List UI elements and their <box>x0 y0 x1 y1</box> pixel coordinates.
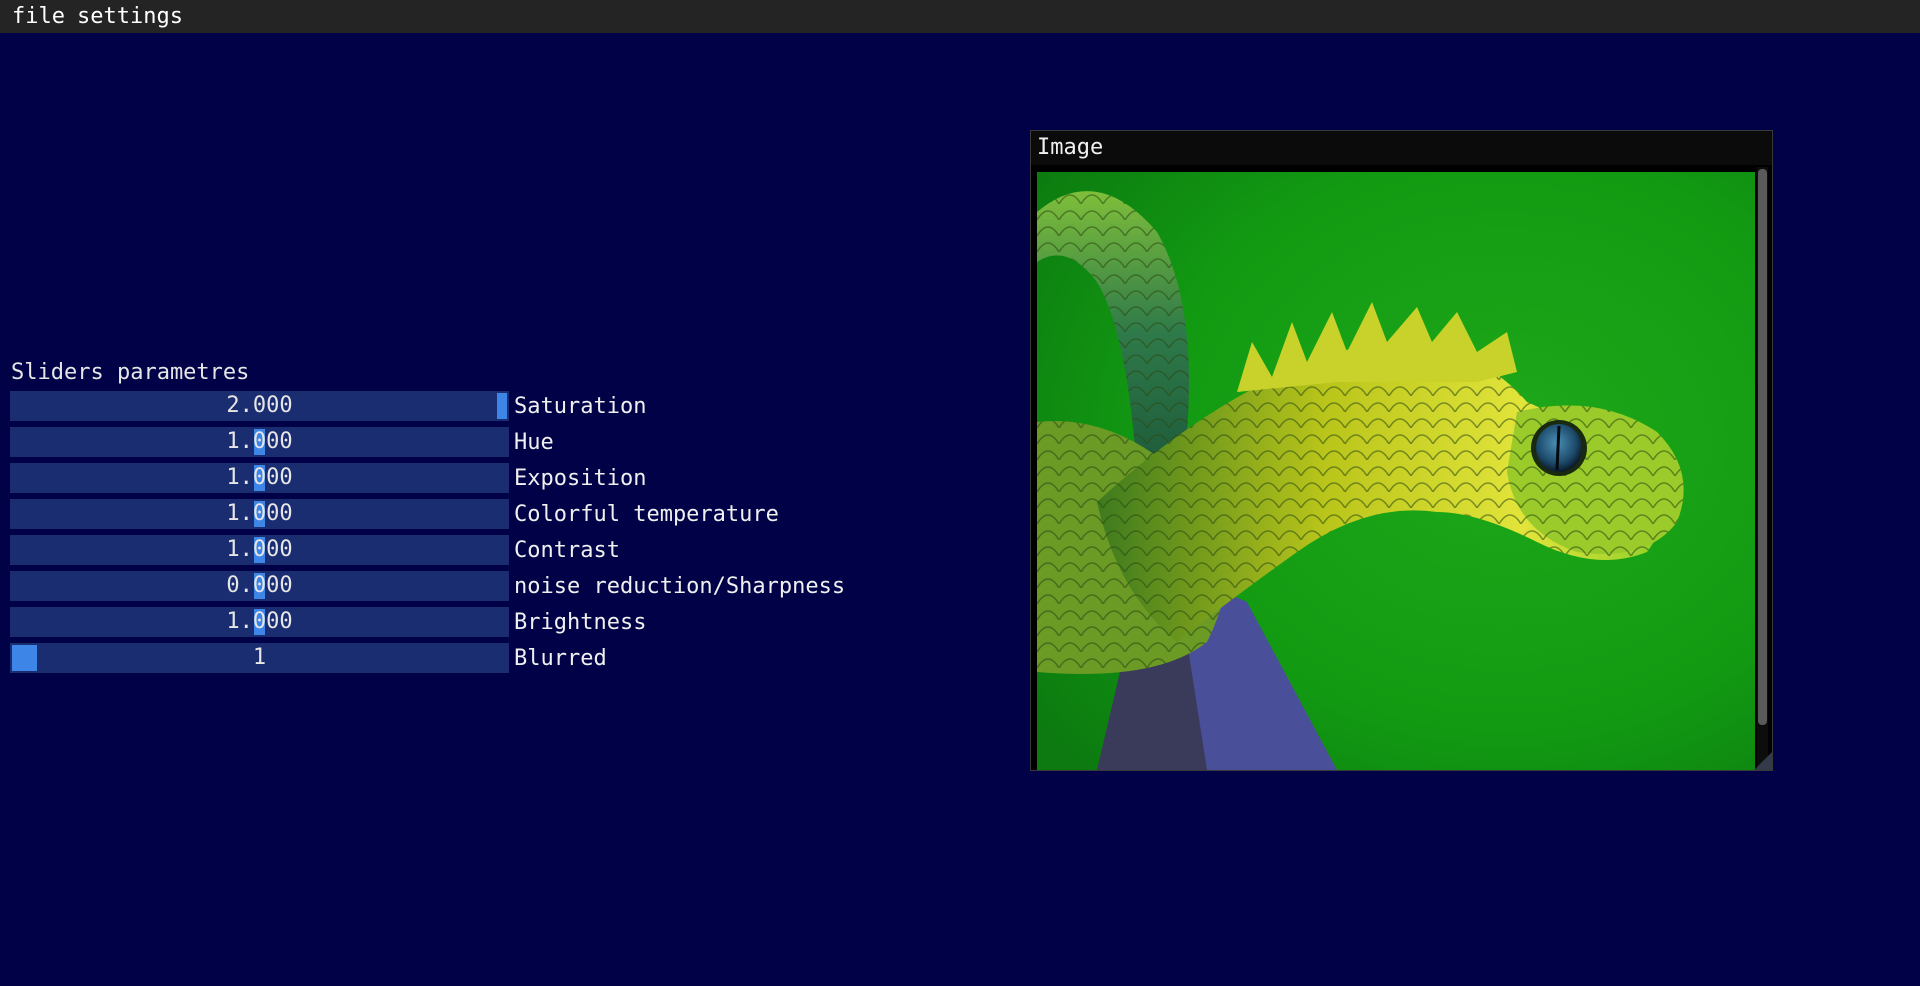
saturation-slider[interactable]: 2.000 <box>10 391 509 421</box>
slider-value: 1.000 <box>226 537 293 562</box>
menu-settings[interactable]: settings <box>71 0 189 33</box>
scrollbar-thumb[interactable] <box>1758 169 1767 725</box>
slider-row-colorful-temperature: 1.000 Colorful temperature <box>10 499 779 529</box>
slider-row-contrast: 1.000 Contrast <box>10 535 620 565</box>
slider-value: 1.000 <box>226 465 293 490</box>
slider-value: 1.000 <box>226 609 293 634</box>
snake-picture <box>1037 172 1755 770</box>
resize-grip[interactable] <box>1754 752 1772 770</box>
menu-bar: file settings <box>0 0 1920 33</box>
slider-value: 1.000 <box>226 501 293 526</box>
exposition-slider[interactable]: 1.000 <box>10 463 509 493</box>
slider-row-saturation: 2.000 Saturation <box>10 391 646 421</box>
brightness-slider[interactable]: 1.000 <box>10 607 509 637</box>
slider-value: 2.000 <box>226 393 293 418</box>
menu-file[interactable]: file <box>0 0 71 33</box>
slider-row-brightness: 1.000 Brightness <box>10 607 646 637</box>
slider-row-blurred: 1 Blurred <box>10 643 607 673</box>
slider-label: Brightness <box>514 609 647 635</box>
slider-label: Exposition <box>514 465 647 491</box>
slider-label: Contrast <box>514 537 620 563</box>
slider-label: Blurred <box>514 645 607 671</box>
blurred-slider[interactable]: 1 <box>10 643 509 673</box>
sliders-panel-title: Sliders parametres <box>11 360 250 385</box>
slider-row-exposition: 1.000 Exposition <box>10 463 646 493</box>
snake-image <box>1037 172 1755 770</box>
colorful-temperature-slider[interactable]: 1.000 <box>10 499 509 529</box>
slider-row-hue: 1.000 Hue <box>10 427 554 457</box>
image-window-title: Image <box>1037 135 1104 160</box>
image-window-titlebar[interactable]: Image <box>1031 131 1772 165</box>
noise-reduction-slider[interactable]: 0.000 <box>10 571 509 601</box>
contrast-slider[interactable]: 1.000 <box>10 535 509 565</box>
slider-value: 1.000 <box>226 429 293 454</box>
slider-value: 1 <box>252 645 267 670</box>
slider-value: 0.000 <box>226 573 293 598</box>
hue-slider[interactable]: 1.000 <box>10 427 509 457</box>
slider-row-noise-reduction: 0.000 noise reduction/Sharpness <box>10 571 845 601</box>
image-scrollbar[interactable] <box>1757 167 1768 767</box>
image-window[interactable]: Image <box>1030 130 1773 771</box>
slider-label: Hue <box>514 429 554 455</box>
slider-label: noise reduction/Sharpness <box>514 573 846 599</box>
slider-label: Saturation <box>514 393 647 419</box>
slider-label: Colorful temperature <box>514 501 779 527</box>
